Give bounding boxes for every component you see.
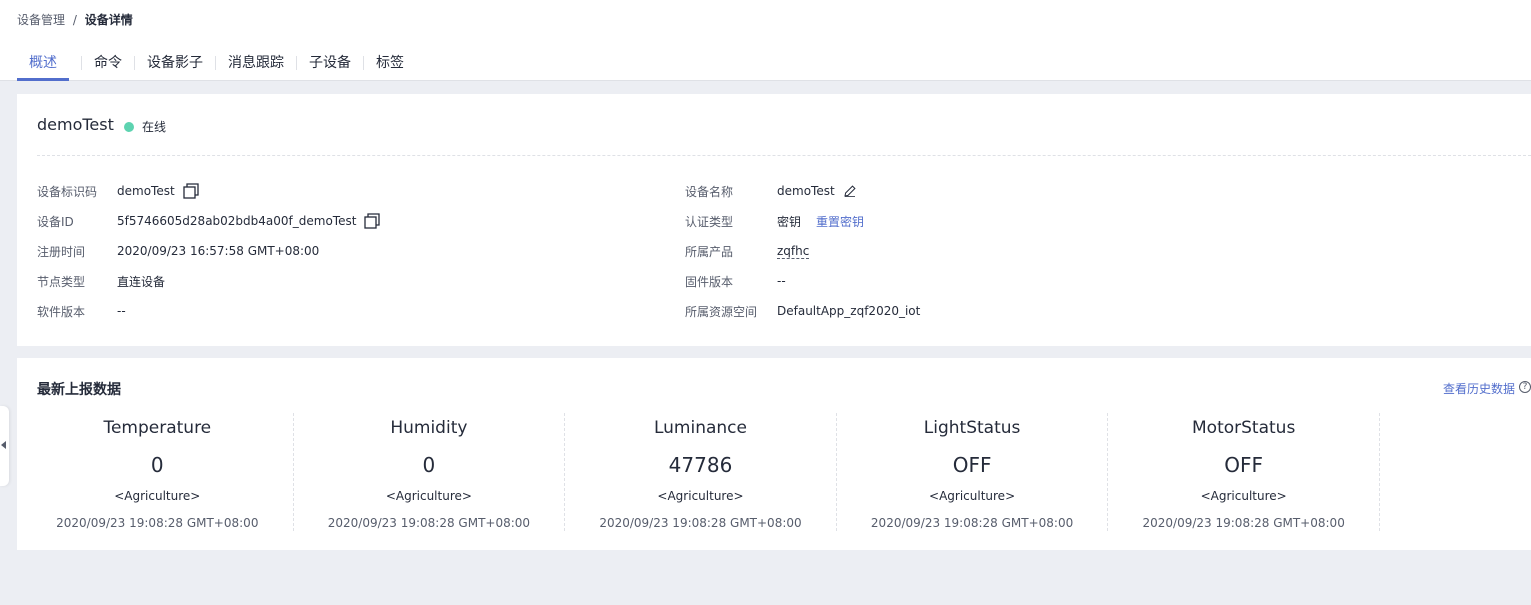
metric-time: 2020/09/23 19:08:28 GMT+08:00 bbox=[870, 516, 1074, 530]
metric-value: OFF bbox=[1224, 453, 1264, 477]
metric-service: <Agriculture> bbox=[929, 489, 1016, 503]
divider bbox=[37, 155, 1531, 156]
metric-name: Temperature bbox=[103, 418, 212, 438]
info-value-wrap: demoTest bbox=[117, 183, 199, 199]
reported-data-card: 最新上报数据 查看历史数据 ? Temperature 0 <Agricultu… bbox=[17, 358, 1531, 550]
info-label: 固件版本 bbox=[685, 274, 734, 289]
tab-bar: 概述 命令 设备影子 消息跟踪 子设备 标签 bbox=[17, 54, 404, 81]
metric-card: Temperature 0 <Agriculture> 2020/09/23 1… bbox=[22, 413, 294, 531]
info-row-auth-type: 认证类型 密钥 重置密钥 bbox=[685, 212, 864, 230]
device-info-card: demoTest 在线 设备标识码 demoTest 设备ID 5f574660… bbox=[17, 94, 1531, 346]
breadcrumb-parent[interactable]: 设备管理 bbox=[17, 13, 65, 27]
status-badge: 在线 bbox=[124, 118, 166, 135]
tab-device-shadow[interactable]: 设备影子 bbox=[147, 54, 203, 81]
tab-divider bbox=[215, 56, 216, 70]
info-value: 2020/09/23 16:57:58 GMT+08:00 bbox=[117, 244, 320, 258]
info-label: 所属产品 bbox=[685, 244, 734, 259]
info-row-device-identifier: 设备标识码 demoTest bbox=[37, 182, 199, 200]
tab-divider bbox=[296, 56, 297, 70]
metric-name: Luminance bbox=[653, 418, 747, 438]
info-label: 所属资源空间 bbox=[685, 304, 758, 319]
info-row-software-version: 软件版本 -- bbox=[37, 302, 126, 320]
info-row-node-type: 节点类型 直连设备 bbox=[37, 272, 165, 290]
metric-name: LightStatus bbox=[923, 418, 1021, 438]
metric-value: 0 bbox=[150, 453, 164, 477]
status-text: 在线 bbox=[142, 120, 167, 134]
metric-service: <Agriculture> bbox=[114, 489, 201, 503]
info-value: 密钥 bbox=[777, 214, 802, 229]
metric-name: MotorStatus bbox=[1192, 418, 1296, 438]
metric-card: MotorStatus OFF <Agriculture> 2020/09/23… bbox=[1108, 413, 1380, 531]
info-value-wrap: 密钥 重置密钥 bbox=[777, 213, 864, 230]
info-label: 节点类型 bbox=[37, 274, 86, 289]
info-value: -- bbox=[777, 274, 786, 288]
tab-divider bbox=[134, 56, 135, 70]
metrics-list: Temperature 0 <Agriculture> 2020/09/23 1… bbox=[22, 413, 1380, 531]
metric-card: LightStatus OFF <Agriculture> 2020/09/23… bbox=[837, 413, 1109, 531]
breadcrumb: 设备管理 / 设备详情 bbox=[17, 11, 133, 28]
info-value: demoTest bbox=[117, 184, 175, 198]
info-value: 直连设备 bbox=[117, 274, 166, 289]
info-value: DefaultApp_zqf2020_iot bbox=[777, 304, 921, 318]
sidebar-collapse-handle[interactable] bbox=[0, 406, 9, 486]
edit-icon[interactable] bbox=[844, 185, 856, 197]
info-row-firmware-version: 固件版本 -- bbox=[685, 272, 786, 290]
tab-divider bbox=[81, 56, 82, 70]
tab-commands[interactable]: 命令 bbox=[94, 54, 122, 81]
info-row-resource-space: 所属资源空间 DefaultApp_zqf2020_iot bbox=[685, 302, 920, 320]
tab-message-trace[interactable]: 消息跟踪 bbox=[228, 54, 284, 81]
device-title: demoTest bbox=[37, 115, 114, 134]
product-link[interactable]: zqfhc bbox=[777, 244, 810, 259]
metric-service: <Agriculture> bbox=[1200, 489, 1287, 503]
info-value-wrap: demoTest bbox=[777, 184, 856, 198]
info-label: 认证类型 bbox=[685, 214, 734, 229]
reset-secret-link[interactable]: 重置密钥 bbox=[816, 213, 864, 230]
metric-card: Humidity 0 <Agriculture> 2020/09/23 19:0… bbox=[294, 413, 566, 531]
metric-value: 47786 bbox=[668, 453, 733, 477]
info-label: 设备标识码 bbox=[37, 184, 98, 199]
help-icon[interactable]: ? bbox=[1519, 381, 1531, 393]
info-row-device-id: 设备ID 5f5746605d28ab02bdb4a00f_demoTest bbox=[37, 212, 381, 230]
chevron-left-icon bbox=[1, 441, 6, 449]
info-label: 软件版本 bbox=[37, 304, 86, 319]
metric-card: Luminance 47786 <Agriculture> 2020/09/23… bbox=[565, 413, 837, 531]
tab-child-devices[interactable]: 子设备 bbox=[309, 54, 351, 81]
metric-time: 2020/09/23 19:08:28 GMT+08:00 bbox=[327, 516, 531, 530]
info-label: 设备ID bbox=[37, 214, 74, 229]
info-value: -- bbox=[117, 304, 126, 318]
status-dot-icon bbox=[124, 121, 134, 132]
info-label: 设备名称 bbox=[685, 184, 734, 199]
page-header: 设备管理 / 设备详情 概述 命令 设备影子 消息跟踪 子设备 标签 bbox=[0, 0, 1531, 81]
breadcrumb-current: 设备详情 bbox=[84, 13, 133, 27]
tab-tags[interactable]: 标签 bbox=[376, 54, 404, 81]
metric-name: Humidity bbox=[390, 418, 468, 438]
metric-time: 2020/09/23 19:08:28 GMT+08:00 bbox=[599, 516, 802, 530]
metric-time: 2020/09/23 19:08:28 GMT+08:00 bbox=[56, 516, 259, 530]
info-row-product: 所属产品 zqfhc bbox=[685, 242, 810, 260]
info-label: 注册时间 bbox=[37, 244, 86, 259]
metric-time: 2020/09/23 19:08:28 GMT+08:00 bbox=[1142, 516, 1345, 530]
info-row-register-time: 注册时间 2020/09/23 16:57:58 GMT+08:00 bbox=[37, 242, 319, 260]
info-row-device-name: 设备名称 demoTest bbox=[685, 182, 856, 200]
tab-divider bbox=[363, 56, 364, 70]
tab-overview[interactable]: 概述 bbox=[17, 54, 69, 81]
info-value: demoTest bbox=[777, 184, 835, 198]
metric-service: <Agriculture> bbox=[657, 489, 744, 503]
metric-value: OFF bbox=[952, 453, 992, 477]
copy-icon[interactable] bbox=[183, 183, 199, 199]
info-value: 5f5746605d28ab02bdb4a00f_demoTest bbox=[117, 214, 357, 228]
breadcrumb-separator: / bbox=[72, 13, 77, 27]
view-history-link[interactable]: 查看历史数据 bbox=[1443, 380, 1515, 397]
metric-value: 0 bbox=[422, 453, 436, 477]
section-title: 最新上报数据 bbox=[37, 382, 121, 398]
metric-service: <Agriculture> bbox=[385, 489, 472, 503]
info-value-wrap: 5f5746605d28ab02bdb4a00f_demoTest bbox=[117, 213, 381, 229]
copy-icon[interactable] bbox=[364, 213, 381, 229]
